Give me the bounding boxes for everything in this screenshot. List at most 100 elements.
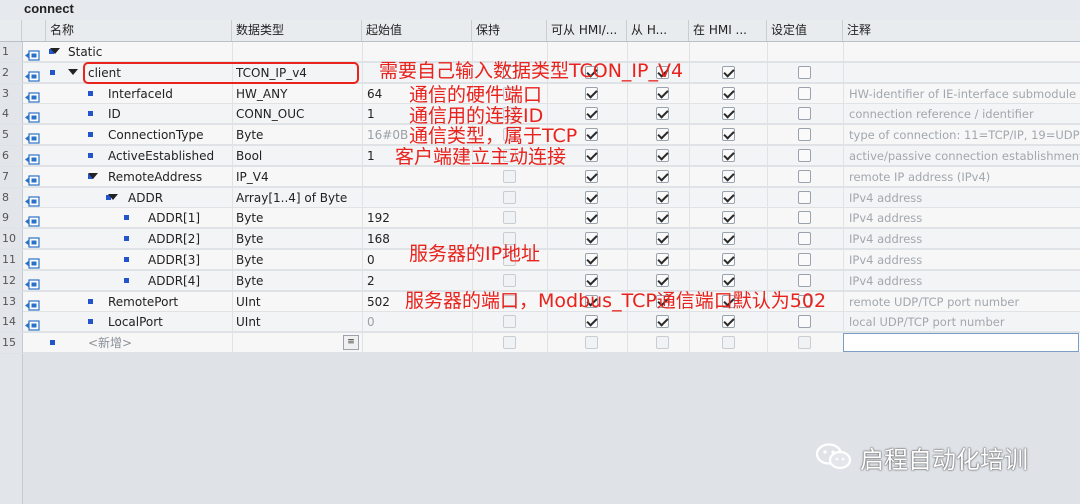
setpoint-checkbox[interactable]: [798, 315, 811, 329]
var-comment[interactable]: IPv4 address: [849, 229, 1080, 249]
var-name[interactable]: ADDR[1]: [148, 208, 232, 228]
var-comment[interactable]: local UDP/TCP port number: [849, 312, 1080, 332]
var-name[interactable]: RemoteAddress: [108, 167, 232, 187]
var-start-value[interactable]: 0: [367, 312, 467, 332]
hmi2-checkbox[interactable]: [656, 253, 669, 266]
var-comment[interactable]: IPv4 address: [849, 208, 1080, 228]
var-datatype[interactable]: UInt: [236, 292, 360, 312]
var-comment[interactable]: type of connection: 11=TCP/IP, 19=UDP: [849, 125, 1080, 145]
hmi2-checkbox[interactable]: [656, 211, 669, 225]
var-comment[interactable]: [849, 63, 1080, 83]
hmi1-checkbox[interactable]: [585, 86, 598, 100]
var-datatype[interactable]: CONN_OUC: [236, 104, 360, 124]
var-comment[interactable]: IPv4 address: [849, 188, 1080, 208]
var-start-value[interactable]: 192: [367, 208, 467, 228]
hmi2-checkbox[interactable]: [656, 86, 669, 100]
var-name[interactable]: RemotePort: [108, 292, 232, 312]
col-name[interactable]: 名称: [46, 20, 232, 41]
setpoint-checkbox[interactable]: [798, 253, 811, 266]
var-name[interactable]: ID: [108, 104, 232, 124]
col-hmi-visible[interactable]: 在 HMI ...: [689, 20, 767, 41]
var-datatype[interactable]: [236, 42, 360, 62]
table-row[interactable]: 7 RemoteAddress IP_V4 remote IP address (IP…: [0, 166, 1080, 187]
hmi1-checkbox[interactable]: [585, 315, 598, 329]
var-start-value[interactable]: 2: [367, 271, 467, 291]
var-name[interactable]: ADDR: [128, 188, 232, 208]
var-start-value[interactable]: [367, 333, 467, 353]
setpoint-checkbox[interactable]: [798, 211, 811, 225]
var-datatype[interactable]: Byte: [236, 208, 360, 228]
var-comment[interactable]: [849, 42, 1080, 62]
hmi3-checkbox[interactable]: [722, 253, 735, 266]
col-start-value[interactable]: 起始值: [362, 20, 472, 41]
expand-toggle-icon[interactable]: [88, 172, 98, 179]
hmi3-checkbox[interactable]: [722, 149, 735, 162]
hmi2-checkbox[interactable]: [656, 315, 669, 329]
var-name[interactable]: ADDR[2]: [148, 229, 232, 249]
var-name[interactable]: ActiveEstablished: [108, 146, 232, 166]
hmi1-checkbox[interactable]: [585, 273, 598, 287]
hmi3-checkbox[interactable]: [722, 315, 735, 329]
var-start-value[interactable]: [367, 188, 467, 208]
var-name[interactable]: ADDR[3]: [148, 250, 232, 270]
var-start-value[interactable]: [367, 42, 467, 62]
hmi1-checkbox[interactable]: [585, 190, 598, 204]
var-name[interactable]: LocalPort: [108, 312, 232, 332]
hmi3-checkbox[interactable]: [722, 169, 735, 183]
hmi2-checkbox[interactable]: [656, 169, 669, 183]
hmi1-checkbox[interactable]: [585, 336, 598, 350]
table-row[interactable]: 9 ADDR[1] Byte 192 IPv4 address: [0, 208, 1080, 229]
table-row[interactable]: 1 Static: [0, 42, 1080, 62]
row-number[interactable]: 12: [0, 270, 23, 291]
var-datatype[interactable]: Byte: [236, 229, 360, 249]
row-number[interactable]: 6: [0, 146, 23, 166]
var-datatype[interactable]: Array[1..4] of Byte: [236, 188, 360, 208]
setpoint-checkbox[interactable]: [798, 86, 811, 100]
row-number[interactable]: 1: [0, 42, 23, 62]
hmi3-checkbox[interactable]: [722, 86, 735, 100]
retain-checkbox[interactable]: [503, 273, 516, 287]
var-datatype[interactable]: UInt: [236, 312, 360, 332]
setpoint-checkbox[interactable]: [798, 107, 811, 121]
row-number[interactable]: 11: [0, 250, 23, 270]
var-datatype[interactable]: Byte: [236, 125, 360, 145]
hmi1-checkbox[interactable]: [585, 253, 598, 266]
row-number[interactable]: 10: [0, 229, 23, 250]
col-setpoint[interactable]: 设定值: [767, 20, 843, 41]
table-row[interactable]: 8 ADDR Array[1..4] of Byte IPv4 address: [0, 187, 1080, 208]
retain-checkbox[interactable]: [503, 211, 516, 225]
retain-checkbox[interactable]: [503, 336, 516, 350]
col-comment[interactable]: 注释: [843, 20, 1080, 41]
row-number[interactable]: 8: [0, 187, 23, 208]
hmi2-checkbox[interactable]: [656, 273, 669, 287]
var-comment[interactable]: connection reference / identifier: [849, 104, 1080, 124]
hmi3-checkbox[interactable]: [722, 128, 735, 142]
var-start-value[interactable]: [367, 167, 467, 187]
hmi3-checkbox[interactable]: [722, 190, 735, 204]
expand-toggle-icon[interactable]: [108, 193, 118, 200]
var-datatype[interactable]: Byte: [236, 271, 360, 291]
table-row[interactable]: 15 <新增> ≡: [0, 333, 1080, 354]
var-datatype[interactable]: IP_V4: [236, 167, 360, 187]
setpoint-checkbox[interactable]: [798, 232, 811, 246]
retain-checkbox[interactable]: [503, 315, 516, 329]
col-retain[interactable]: 保持: [472, 20, 547, 41]
row-number[interactable]: 15: [0, 333, 23, 354]
setpoint-checkbox[interactable]: [798, 65, 811, 79]
hmi2-checkbox[interactable]: [656, 336, 669, 350]
setpoint-checkbox[interactable]: [798, 169, 811, 183]
hmi1-checkbox[interactable]: [585, 107, 598, 121]
hmi1-checkbox[interactable]: [585, 232, 598, 246]
hmi1-checkbox[interactable]: [585, 128, 598, 142]
expand-toggle-icon[interactable]: [68, 68, 78, 75]
hmi2-checkbox[interactable]: [656, 107, 669, 121]
hmi3-checkbox[interactable]: [722, 273, 735, 287]
retain-checkbox[interactable]: [503, 169, 516, 183]
hmi3-checkbox[interactable]: [722, 107, 735, 121]
hmi1-checkbox[interactable]: [585, 211, 598, 225]
hmi2-checkbox[interactable]: [656, 190, 669, 204]
hmi3-checkbox[interactable]: [722, 336, 735, 350]
retain-checkbox[interactable]: [503, 190, 516, 204]
var-comment[interactable]: IPv4 address: [849, 271, 1080, 291]
row-number[interactable]: 14: [0, 312, 23, 333]
